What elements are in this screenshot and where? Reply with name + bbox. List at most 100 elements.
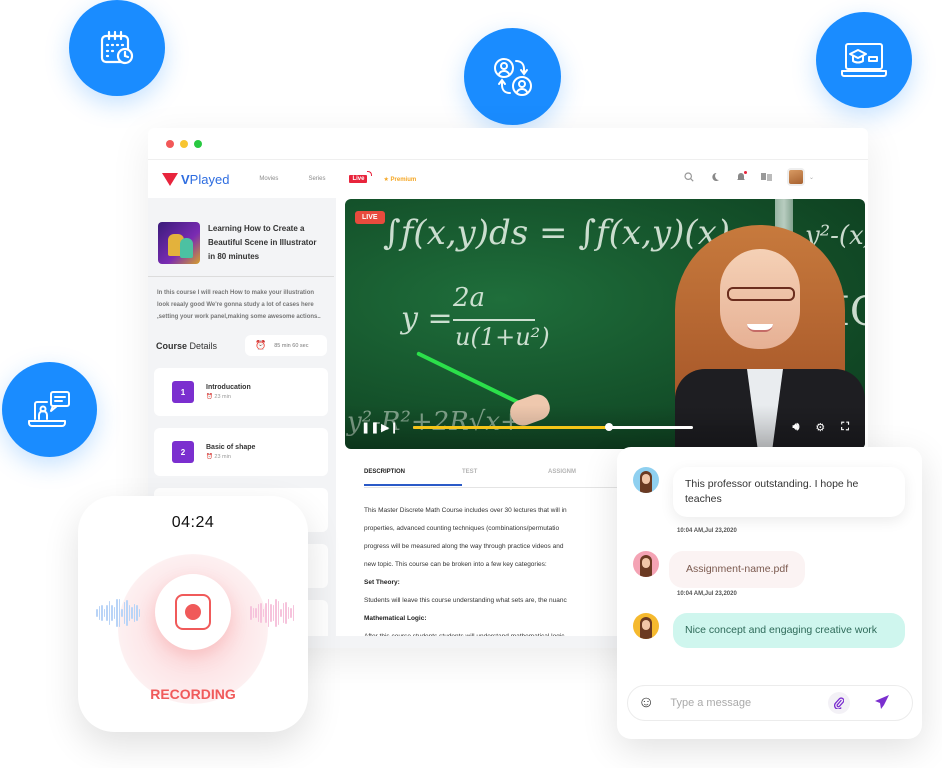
wave-bar (280, 609, 282, 617)
wave-bar (123, 602, 125, 624)
lesson-item[interactable]: 2 Basic of shape ⏰ 23 min (154, 428, 328, 476)
vplayed-logo[interactable]: VPlayed (162, 172, 229, 187)
brand-name: VPlayed (181, 171, 230, 187)
chat-message: Nice concept and engaging creative work (633, 613, 905, 648)
progress-knob[interactable] (604, 422, 613, 431)
skip-next-button[interactable]: ▶❙ (381, 421, 399, 434)
wave-bar (260, 603, 262, 623)
avatar (633, 613, 659, 639)
recording-card: 04:24 RECORDING (78, 496, 308, 732)
lesson-number: 2 (172, 441, 194, 463)
maximize-window-button[interactable] (194, 139, 202, 148)
nav-premium[interactable]: ★ Premium (383, 176, 416, 183)
wave-bar (138, 609, 140, 617)
chalk-numerator: 2a (453, 283, 486, 313)
chevron-down-icon[interactable]: ⌄ (809, 174, 814, 181)
file-attachment[interactable]: Assignment-name.pdf (669, 551, 806, 588)
wave-bar (257, 603, 259, 623)
green-pointer (416, 351, 526, 408)
wave-bar (262, 609, 264, 617)
wave-bar (96, 608, 98, 618)
chalk-y-equals: y = (401, 301, 453, 336)
paperclip-icon[interactable] (828, 692, 851, 714)
settings-gear-icon[interactable]: ⚙ (815, 421, 825, 434)
tab-description[interactable]: DESCRIPTION (364, 466, 462, 486)
nav-live[interactable]: Live (349, 171, 373, 183)
wave-bar (255, 607, 257, 619)
wave-bar (282, 603, 284, 623)
wave-bar (103, 609, 105, 617)
tab-test[interactable]: TEST (462, 466, 548, 487)
logo-mark-icon (162, 172, 178, 186)
audio-wave-left (96, 596, 140, 630)
user-avatar[interactable] (786, 168, 805, 186)
bell-icon[interactable] (735, 171, 747, 183)
wave-bar (131, 607, 133, 619)
lesson-duration: ⏰ 23 min (206, 394, 231, 400)
moon-icon[interactable] (709, 171, 721, 183)
message-input[interactable] (670, 697, 821, 709)
description-line: new topic. This course can be broken int… (364, 561, 547, 568)
chat-message: This professor outstanding. I hope he te… (633, 467, 905, 517)
nav-movies[interactable]: Movies (259, 176, 278, 182)
nav-series[interactable]: Series (308, 176, 325, 182)
wave-bar (272, 605, 274, 621)
course-thumbnail (158, 222, 200, 264)
window-titlebar (148, 128, 868, 160)
emoji-icon[interactable]: ☺ (638, 694, 654, 712)
lesson-duration: ⏰ 23 min (206, 454, 231, 460)
chalk-denominator: u(1+u²) (455, 323, 550, 351)
wave-bar (113, 606, 115, 620)
wave-bar (101, 605, 103, 621)
description-line: This Master Discrete Math Course include… (364, 507, 567, 514)
course-details-row: Course Details ⏰ 85 min 60 sec (148, 333, 336, 356)
wave-bar (128, 605, 130, 621)
message-timestamp: 10:04 AM,Jul 23,2020 (677, 528, 737, 534)
description-line: properties, advanced counting techniques… (364, 525, 560, 532)
player-controls: ❚❚ ▶❙ 🔊︎ ⚙ ⛶ (345, 405, 865, 449)
minimize-window-button[interactable] (180, 139, 188, 148)
close-window-button[interactable] (166, 139, 174, 148)
calendar-clock-icon (69, 0, 165, 96)
wave-bar (118, 598, 120, 628)
lesson-item[interactable]: 1 Introducation ⏰ 23 min (154, 368, 328, 416)
record-button[interactable] (155, 574, 231, 650)
wave-bar (270, 604, 272, 622)
video-player[interactable]: ∫f(x,y)ds = ∫f(x,y)(x) 2a y = u(1+u²) y²… (345, 199, 865, 449)
wave-bar (106, 604, 108, 622)
live-badge: LIVE (355, 211, 385, 224)
lesson-number: 1 (172, 381, 194, 403)
course-details-title: Course Details (156, 340, 218, 351)
translate-icon[interactable] (761, 171, 773, 183)
course-description: In this course I will reach How to make … (157, 290, 321, 320)
wave-bar (277, 601, 279, 625)
course-header: Learning How to Create a Beautiful Scene… (148, 198, 334, 277)
wave-bar (108, 601, 110, 625)
wave-bar (252, 607, 254, 619)
section-heading: Mathematical Logic: (364, 615, 427, 622)
alarm-clock-icon: ⏰ (255, 340, 267, 350)
fullscreen-icon[interactable]: ⛶ (841, 421, 849, 434)
message-composer: ☺ (627, 685, 913, 721)
recording-timer: 04:24 (171, 514, 215, 531)
total-duration-badge: ⏰ 85 min 60 sec (245, 335, 327, 356)
user-swap-icon (464, 28, 561, 125)
progress-bar[interactable] (412, 422, 693, 431)
send-icon[interactable] (874, 694, 890, 713)
wave-bar (267, 599, 269, 627)
chat-panel: This professor outstanding. I hope he te… (617, 447, 922, 739)
wave-bar (290, 607, 292, 619)
search-icon[interactable] (683, 171, 695, 183)
tab-assignment[interactable]: ASSIGNM (548, 466, 576, 487)
pause-button[interactable]: ❚❚ (361, 421, 379, 434)
chat-message: Assignment-name.pdf (633, 551, 806, 588)
recording-label: RECORDING (150, 686, 236, 702)
laptop-chat-icon (2, 362, 97, 457)
lesson-name: Introducation (206, 384, 251, 391)
wave-bar (111, 604, 113, 622)
chalk-fraction-bar (453, 319, 535, 321)
description-content: This Master Discrete Math Course include… (364, 502, 620, 646)
message-timestamp: 10:04 AM,Jul 23,2020 (677, 591, 737, 597)
section-heading: Set Theory: (364, 579, 400, 586)
volume-icon[interactable]: 🔊︎ (792, 421, 799, 434)
